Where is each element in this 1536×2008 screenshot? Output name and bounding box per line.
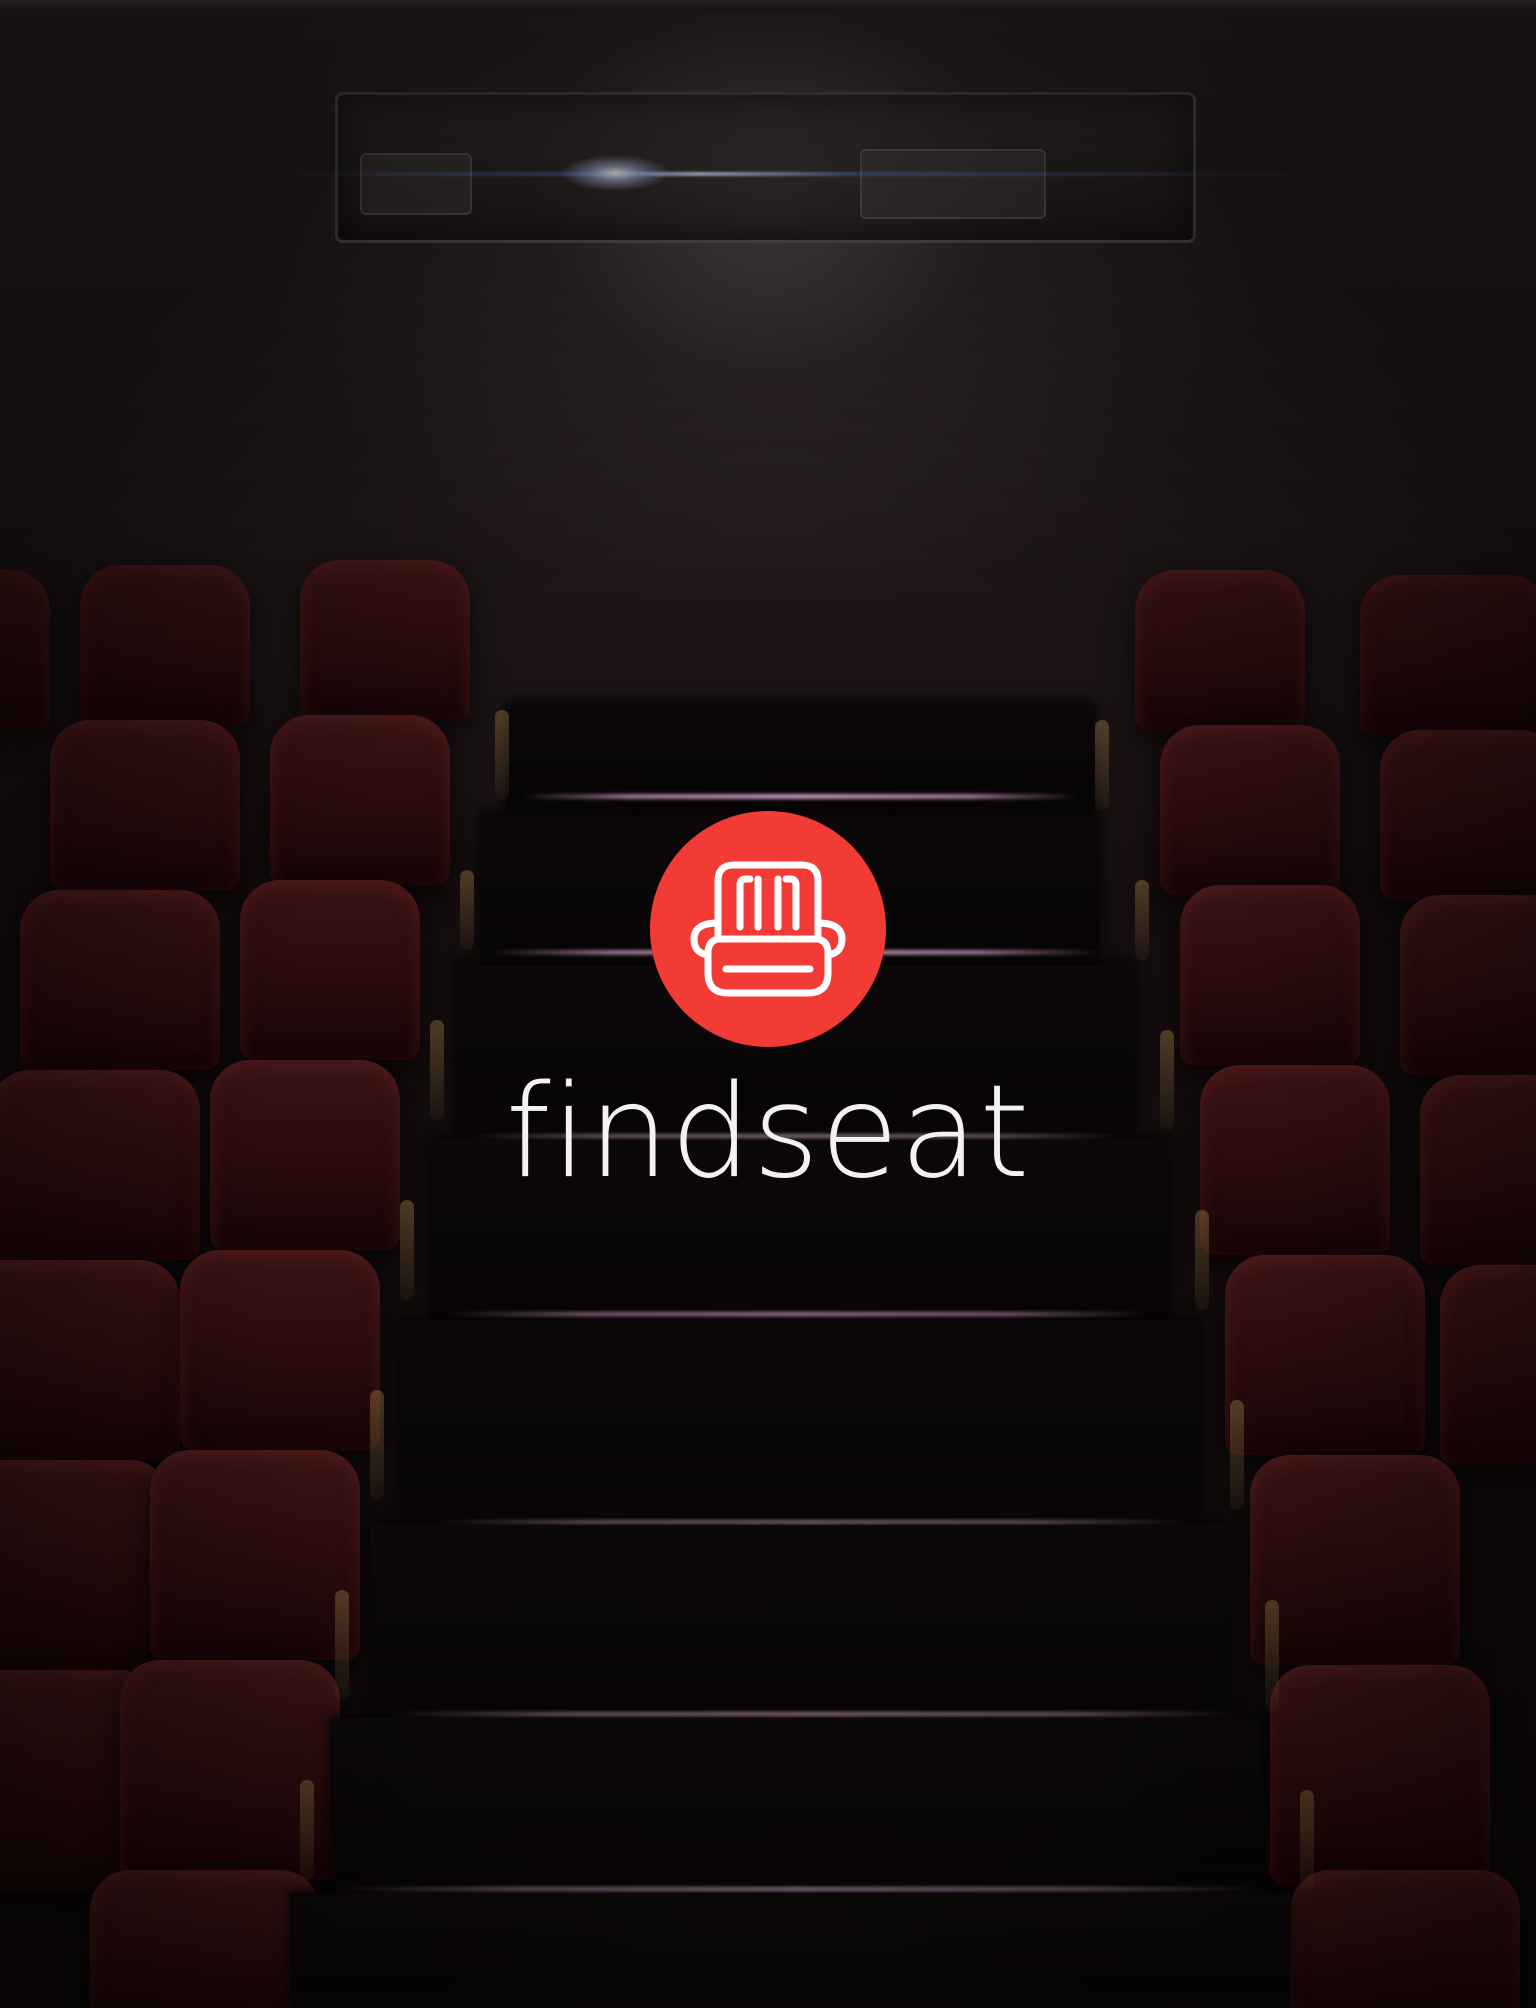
seat: [1290, 1870, 1520, 2008]
seat: [1440, 1265, 1536, 1465]
aisle-rail: [370, 1390, 384, 1500]
aisle-rail: [1230, 1400, 1244, 1510]
splash-screen: findseat: [0, 0, 1536, 2008]
projector-lens-glow: [560, 155, 670, 191]
seat: [270, 715, 450, 885]
seat: [20, 890, 220, 1070]
stair-step: [400, 1320, 1200, 1520]
aisle-rail: [460, 870, 474, 950]
top-edge: [0, 0, 1536, 10]
seat: [1250, 1455, 1460, 1665]
armchair-seat-icon: [690, 861, 846, 997]
aisle-rail: [400, 1200, 414, 1300]
aisle-rail: [1135, 880, 1149, 960]
projector-light-beam: [270, 172, 1340, 176]
seat: [1180, 885, 1360, 1065]
seat: [300, 560, 470, 720]
app-logo-badge: [650, 811, 886, 1047]
app-name: findseat: [505, 1058, 1031, 1207]
seat: [180, 1250, 380, 1450]
aisle-rail: [1195, 1210, 1209, 1310]
projector-window: [335, 92, 1196, 243]
seat: [50, 720, 240, 890]
stair-step: [290, 1893, 1290, 2008]
stair-light: [520, 794, 1080, 799]
seat: [1360, 575, 1536, 735]
aisle-rail: [1300, 1790, 1314, 1890]
seat: [0, 1260, 180, 1460]
projector-pane-left: [360, 153, 472, 215]
seat: [240, 880, 420, 1060]
seat: [1225, 1255, 1425, 1455]
seat: [1135, 570, 1305, 730]
stair-step: [370, 1525, 1230, 1715]
seat: [1160, 725, 1340, 895]
seat: [0, 570, 50, 730]
seat: [150, 1450, 360, 1660]
aisle-rail: [335, 1590, 349, 1700]
aisle-rail: [1265, 1600, 1279, 1710]
stair-light: [385, 1712, 1245, 1717]
aisle-rail: [1095, 720, 1109, 810]
stair-step: [330, 1718, 1260, 1893]
aisle-rail: [300, 1780, 314, 1880]
seat: [1400, 895, 1536, 1075]
stair-light: [330, 1887, 1270, 1892]
seat: [80, 565, 250, 725]
seat: [90, 1870, 320, 2008]
aisle-rail: [495, 710, 509, 800]
seat: [0, 1460, 170, 1670]
stair-light: [445, 1312, 1150, 1317]
seat: [1380, 730, 1536, 900]
projector-pane-right: [860, 149, 1046, 219]
